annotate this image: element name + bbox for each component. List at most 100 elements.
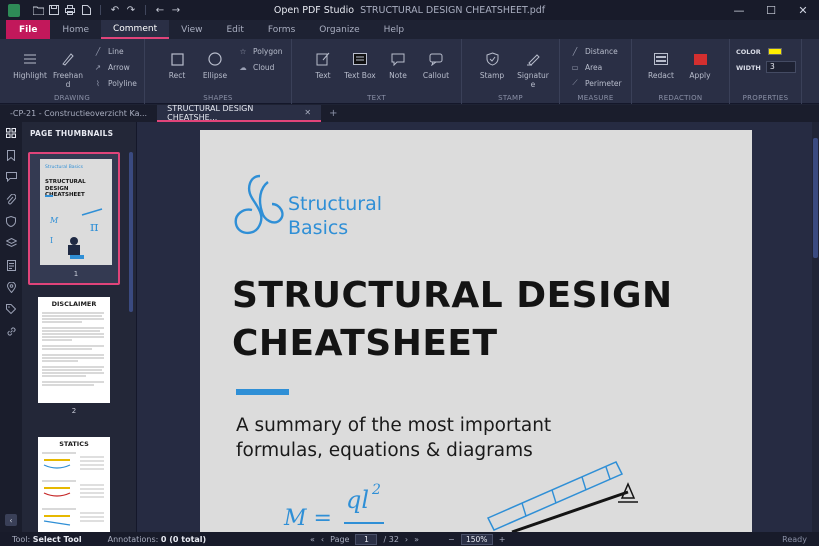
line-icon: ╱ bbox=[95, 46, 101, 56]
save-icon[interactable] bbox=[46, 0, 62, 20]
thumbnail-page-1[interactable]: Structural Basics STRUCTURAL DESIGN CHEA… bbox=[28, 152, 120, 285]
form-fields-icon[interactable] bbox=[0, 254, 22, 276]
cloud-button[interactable]: ☁ Cloud bbox=[238, 62, 274, 72]
minimize-icon[interactable]: — bbox=[723, 0, 755, 20]
first-page-icon[interactable]: « bbox=[310, 535, 315, 544]
menu-organize[interactable]: Organize bbox=[307, 20, 371, 39]
status-annotations: Annotations: 0 (0 total) bbox=[107, 534, 207, 544]
tab-structural-design[interactable]: STRUCTURAL DESIGN CHEATSHE... ✕ bbox=[157, 104, 322, 122]
ruler-icon: ╱ bbox=[572, 46, 578, 56]
thumbnail-title: DISCLAIMER bbox=[51, 300, 97, 308]
redaction-group: Redact Apply REDACTION bbox=[632, 39, 730, 104]
thumbnail-page-2[interactable]: DISCLAIMER 2 bbox=[28, 294, 120, 421]
new-tab-icon[interactable]: + bbox=[321, 105, 345, 122]
stamp-button[interactable]: Stamp bbox=[478, 51, 506, 80]
color-swatch[interactable] bbox=[768, 48, 782, 55]
polyline-icon: ⌇ bbox=[96, 78, 100, 88]
zoom-control: − 150% + bbox=[448, 533, 506, 545]
redact-button[interactable]: Redact bbox=[646, 51, 676, 80]
attachment-icon[interactable] bbox=[0, 188, 22, 210]
document-icon[interactable] bbox=[78, 0, 94, 20]
text-edit-icon bbox=[315, 51, 331, 67]
last-page-icon[interactable]: » bbox=[414, 535, 419, 544]
status-tool: Tool: Select Tool bbox=[12, 534, 82, 544]
maximize-icon[interactable]: ☐ bbox=[755, 0, 787, 20]
callout-button[interactable]: Callout bbox=[420, 51, 452, 80]
menu-edit[interactable]: Edit bbox=[214, 20, 255, 39]
forward-arrow-icon[interactable]: → bbox=[168, 0, 184, 20]
rect-button[interactable]: Rect bbox=[163, 51, 191, 80]
title-accent-bar bbox=[236, 389, 289, 395]
menu-file[interactable]: File bbox=[6, 20, 51, 39]
link-icon[interactable] bbox=[0, 320, 22, 342]
inclined-beam-diagram bbox=[486, 461, 638, 532]
back-arrow-icon[interactable]: ← bbox=[152, 0, 168, 20]
thumbnail-page-number: 1 bbox=[73, 270, 79, 278]
highlight-button[interactable]: Highlight bbox=[12, 51, 48, 80]
pen-icon bbox=[60, 51, 76, 67]
menu-home[interactable]: Home bbox=[50, 20, 101, 39]
zoom-in-icon[interactable]: + bbox=[499, 535, 506, 544]
close-icon[interactable]: ✕ bbox=[787, 0, 819, 20]
signature-button[interactable]: Signatur e bbox=[516, 51, 550, 89]
ellipse-button[interactable]: Ellipse bbox=[200, 51, 230, 80]
layers-icon[interactable] bbox=[0, 232, 22, 254]
thumbnail-preview: STATICS bbox=[38, 437, 110, 532]
page-number-input[interactable]: 1 bbox=[355, 533, 378, 545]
zoom-level-input[interactable]: 150% bbox=[460, 533, 493, 545]
arrow-button[interactable]: ↗ Arrow bbox=[93, 62, 130, 72]
apply-redaction-button[interactable]: Apply bbox=[686, 51, 714, 80]
distance-button[interactable]: ╱ Distance bbox=[570, 46, 618, 56]
pdf-page[interactable]: Structural Basics STRUCTURAL DESIGN CHEA… bbox=[200, 130, 752, 532]
text-group: Text Text Box Note Callout TEXT bbox=[292, 39, 462, 104]
document-subtitle: A summary of the most important formulas… bbox=[236, 415, 552, 461]
next-page-icon[interactable]: › bbox=[405, 535, 408, 544]
redo-icon[interactable]: ↷ bbox=[123, 0, 139, 20]
menu-comment[interactable]: Comment bbox=[101, 20, 170, 39]
security-shield-icon[interactable] bbox=[0, 210, 22, 232]
comments-icon[interactable] bbox=[0, 166, 22, 188]
undo-icon[interactable]: ↶ bbox=[107, 0, 123, 20]
tab-constructieoverzicht[interactable]: -CP-21 - Constructieoverzicht Ka... bbox=[0, 105, 157, 122]
zoom-out-icon[interactable]: − bbox=[448, 535, 455, 544]
textbox-icon bbox=[352, 51, 368, 67]
color-label: COLOR bbox=[736, 48, 761, 56]
note-icon bbox=[390, 51, 406, 67]
open-folder-icon[interactable] bbox=[30, 0, 46, 20]
prev-page-icon[interactable]: ‹ bbox=[321, 535, 324, 544]
polyline-button[interactable]: ⌇ Polyline bbox=[93, 78, 137, 88]
area-button[interactable]: ▭ Area bbox=[570, 62, 602, 72]
menu-help[interactable]: Help bbox=[372, 20, 417, 39]
red-square-icon bbox=[692, 51, 708, 67]
stamp-group: Stamp Signatur e STAMP bbox=[462, 39, 560, 104]
measure-group: ╱ Distance ▭ Area ⟋ Perimeter MEASURE bbox=[560, 39, 632, 104]
width-input[interactable]: 3 bbox=[766, 61, 796, 73]
document-viewer[interactable]: Structural Basics STRUCTURAL DESIGN CHEA… bbox=[137, 122, 819, 532]
line-button[interactable]: ╱ Line bbox=[93, 46, 124, 56]
tag-icon[interactable] bbox=[0, 298, 22, 320]
thumbnail-panel: PAGE THUMBNAILS Structural Basics STRUCT… bbox=[22, 122, 137, 532]
textbox-button[interactable]: Text Box bbox=[344, 51, 376, 80]
svg-text:M: M bbox=[49, 216, 59, 225]
bookmark-icon[interactable] bbox=[0, 144, 22, 166]
menu-view[interactable]: View bbox=[169, 20, 214, 39]
thumbnails-icon[interactable] bbox=[0, 122, 22, 144]
document-tabs: -CP-21 - Constructieoverzicht Ka... STRU… bbox=[0, 104, 819, 122]
note-button[interactable]: Note bbox=[386, 51, 410, 80]
tab-close-icon[interactable]: ✕ bbox=[304, 108, 311, 117]
text-button[interactable]: Text bbox=[310, 51, 336, 80]
thumbnail-scrollbar[interactable] bbox=[129, 152, 133, 312]
perimeter-button[interactable]: ⟋ Perimeter bbox=[570, 78, 621, 88]
polygon-button[interactable]: ☆ Polygon bbox=[238, 46, 283, 56]
thumbnail-page-3[interactable]: STATICS bbox=[28, 434, 120, 532]
collapse-sidebar-icon[interactable]: ‹ bbox=[5, 514, 17, 526]
location-pin-icon[interactable] bbox=[0, 276, 22, 298]
print-icon[interactable] bbox=[62, 0, 78, 20]
viewer-scrollbar[interactable] bbox=[812, 122, 819, 532]
freehand-button[interactable]: Freehan d bbox=[52, 51, 84, 89]
sidebar-icon-strip: ‹ bbox=[0, 122, 22, 532]
menu-forms[interactable]: Forms bbox=[256, 20, 307, 39]
drawing-group: Highlight Freehan d ╱ Line ↗ Arrow ⌇ Polyli… bbox=[0, 39, 145, 104]
menu-bar: File Home Comment View Edit Forms Organi… bbox=[0, 20, 819, 39]
thumbnail-preview: Structural Basics STRUCTURAL DESIGN CHEA… bbox=[40, 159, 112, 265]
